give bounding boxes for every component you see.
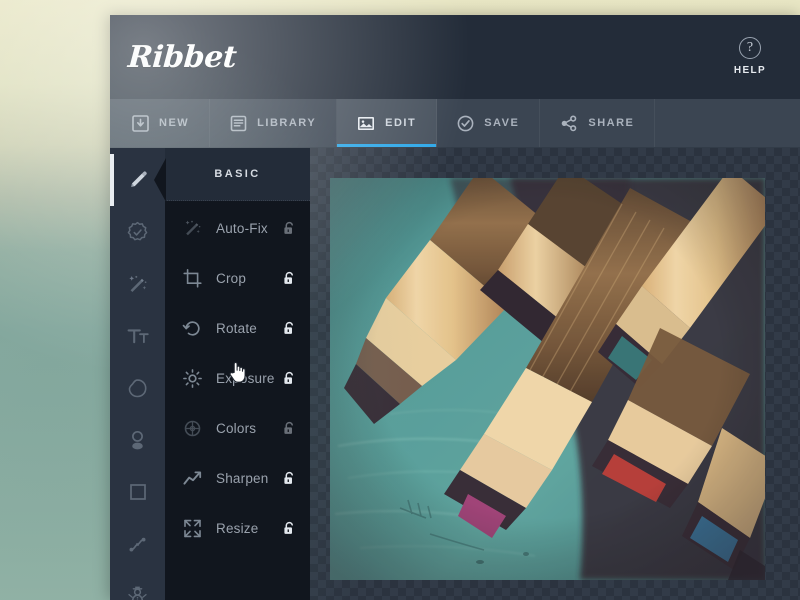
trend-up-icon <box>181 467 203 489</box>
portrait-icon <box>125 428 150 453</box>
resize-corners-icon <box>181 517 203 539</box>
magic-wand-icon <box>125 272 150 297</box>
panel-title: BASIC <box>214 168 260 180</box>
unlocked-padlock-icon[interactable] <box>283 521 296 536</box>
title-bar: Ribbet ? HELP <box>110 15 800 99</box>
tool-label: Crop <box>216 271 283 286</box>
sidebar-item-portrait[interactable] <box>110 414 165 466</box>
tab-new[interactable]: NEW <box>110 99 210 147</box>
unlocked-padlock-icon[interactable] <box>283 371 296 386</box>
sidebar-item-shapes[interactable] <box>110 362 165 414</box>
color-target-icon <box>181 417 203 439</box>
help-label: HELP <box>722 65 778 76</box>
panel-header: BASIC <box>165 148 310 201</box>
tool-label: Resize <box>216 521 283 536</box>
tool-rotate[interactable]: Rotate <box>165 303 310 353</box>
tab-edit[interactable]: EDIT <box>337 99 437 147</box>
unlocked-padlock-icon[interactable] <box>283 421 296 436</box>
tool-label: Auto-Fix <box>216 221 283 236</box>
tool-rail <box>110 148 165 600</box>
tool-label: Exposure <box>216 371 283 386</box>
tool-resize[interactable]: Resize <box>165 503 310 553</box>
tool-list: Auto-Fix <box>165 201 310 553</box>
tab-library-label: LIBRARY <box>257 117 316 129</box>
snowman-icon <box>125 584 150 600</box>
image-canvas[interactable] <box>310 148 800 600</box>
sidebar-item-stickers[interactable] <box>110 570 165 600</box>
ribbet-app-window: Ribbet ? HELP NEW <box>110 15 800 600</box>
question-circle-icon: ? <box>739 37 761 59</box>
sidebar-item-frames[interactable] <box>110 466 165 518</box>
sidebar-item-effects[interactable] <box>110 206 165 258</box>
tool-sharpen[interactable]: Sharpen <box>165 453 310 503</box>
sidebar-item-touchup[interactable] <box>110 258 165 310</box>
desktop-backdrop: Ribbet ? HELP NEW <box>0 0 800 600</box>
tab-share[interactable]: SHARE <box>540 99 655 147</box>
tab-edit-label: EDIT <box>385 117 416 129</box>
blob-shape-icon <box>125 376 150 401</box>
help-button[interactable]: ? HELP <box>722 37 778 76</box>
tool-colors[interactable]: Colors <box>165 403 310 453</box>
app-logo: Ribbet <box>127 40 238 75</box>
tool-auto-fix[interactable]: Auto-Fix <box>165 203 310 253</box>
sidebar-item-paths[interactable] <box>110 518 165 570</box>
tab-new-label: NEW <box>159 117 189 129</box>
tab-save[interactable]: SAVE <box>437 99 540 147</box>
tool-label: Rotate <box>216 321 283 336</box>
tool-label: Colors <box>216 421 283 436</box>
sun-icon <box>181 367 203 389</box>
crop-icon <box>181 267 203 289</box>
unlocked-padlock-icon[interactable] <box>283 271 296 286</box>
sidebar-item-edit[interactable] <box>110 154 165 206</box>
tool-exposure[interactable]: Exposure <box>165 353 310 403</box>
sidebar-item-text[interactable] <box>110 310 165 362</box>
tab-save-label: SAVE <box>484 117 519 129</box>
pencil-icon <box>126 168 150 192</box>
new-image-icon <box>132 115 149 132</box>
edit-photo-icon <box>357 115 375 132</box>
unlocked-padlock-icon[interactable] <box>283 221 296 236</box>
basic-tools-panel: BASIC <box>165 148 310 600</box>
badge-check-icon <box>125 220 150 245</box>
tab-share-label: SHARE <box>588 117 634 129</box>
library-icon <box>230 115 247 132</box>
unlocked-padlock-icon[interactable] <box>283 321 296 336</box>
curve-node-icon <box>125 532 150 557</box>
tool-label: Sharpen <box>216 471 283 486</box>
frame-square-icon <box>126 480 150 504</box>
rotate-ccw-icon <box>181 317 203 339</box>
text-tt-icon <box>125 323 151 349</box>
share-nodes-icon <box>560 115 578 132</box>
check-circle-icon <box>457 115 474 132</box>
tab-library[interactable]: LIBRARY <box>210 99 337 147</box>
unlocked-padlock-icon[interactable] <box>283 471 296 486</box>
photo-colored-pencils[interactable] <box>330 178 765 580</box>
editor-body: BASIC <box>110 148 800 600</box>
tool-crop[interactable]: Crop <box>165 253 310 303</box>
main-navbar: NEW LIBRARY <box>110 99 800 148</box>
magic-wand-icon <box>181 217 203 239</box>
